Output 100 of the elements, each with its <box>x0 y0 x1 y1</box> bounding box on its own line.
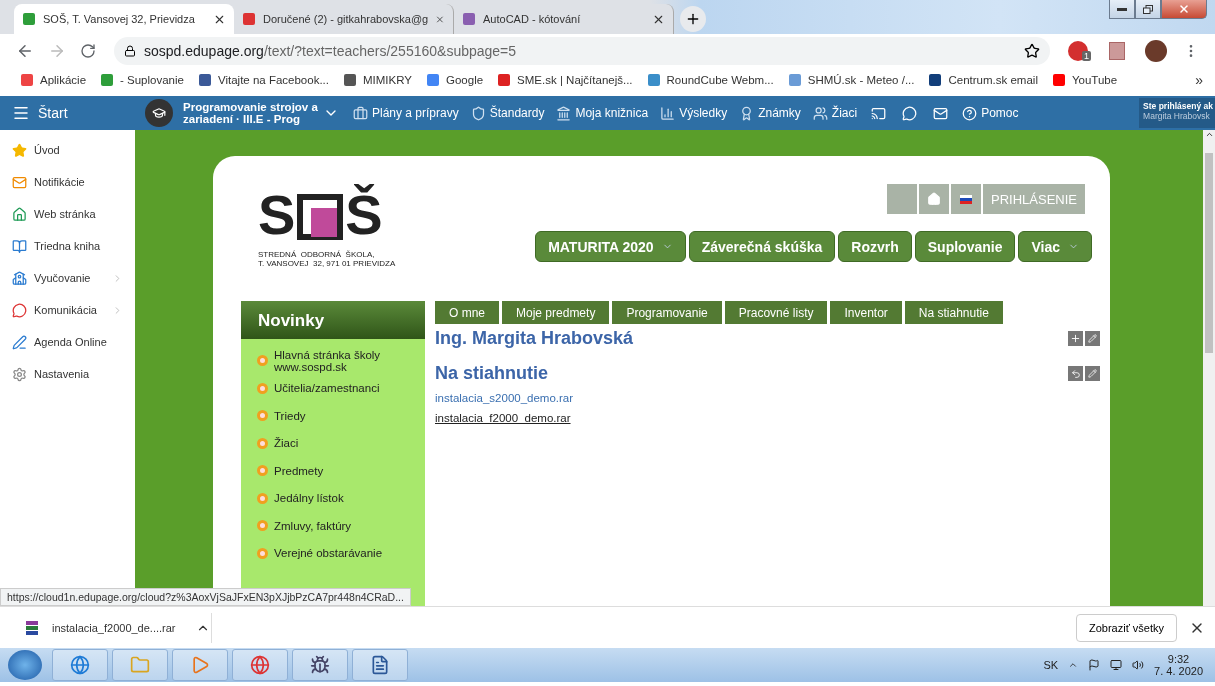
bookmark-link[interactable]: Google <box>426 73 484 87</box>
star-icon <box>12 142 27 158</box>
star-icon[interactable] <box>1024 43 1040 59</box>
bookmark-link[interactable]: YouTube <box>1051 73 1118 87</box>
sidebar-item[interactable]: Úvod <box>0 134 135 166</box>
building-icon[interactable] <box>556 105 572 121</box>
new-tab-button[interactable] <box>680 6 706 32</box>
restore-button[interactable] <box>1135 0 1161 19</box>
sidebar-item[interactable]: Agenda Online <box>0 326 135 358</box>
mail-icon[interactable] <box>933 105 949 121</box>
download-item[interactable]: instalacia_f2000_de....rar <box>52 621 176 634</box>
nav-link[interactable]: Štandardy <box>464 105 551 121</box>
start-menu-button[interactable]: Štart <box>0 104 145 122</box>
menu-icon[interactable] <box>12 104 30 122</box>
bookmark-link[interactable]: Vitajte na Facebook... <box>197 73 329 87</box>
bookmark-link[interactable]: RoundCube Webm... <box>646 73 774 87</box>
page-tab[interactable]: Na stiahnutie <box>904 301 1003 324</box>
site-icon <box>426 73 440 87</box>
sidebar-item[interactable]: Notifikácie <box>0 166 135 198</box>
play-icon[interactable] <box>190 655 210 675</box>
page-tab[interactable]: Programovanie <box>612 301 722 324</box>
news-link[interactable]: Zmluvy, faktúry <box>257 512 425 540</box>
scroll-up-icon[interactable] <box>1204 130 1214 139</box>
help-link[interactable]: Pomoc <box>956 105 1025 121</box>
flag-icon[interactable] <box>960 194 972 204</box>
taskbar-app[interactable] <box>352 649 408 681</box>
menu-button[interactable]: Viac <box>1018 231 1092 262</box>
logo-square-drawing <box>297 194 344 240</box>
minimize-button[interactable] <box>1109 0 1135 19</box>
nav-link[interactable]: Známky <box>733 105 807 121</box>
news-link[interactable]: Hlavná stránka školy www.sospd.sk <box>257 347 425 375</box>
file-link[interactable]: instalacia_f2000_demo.rar <box>435 412 1100 424</box>
news-link[interactable]: Triedy <box>257 402 425 430</box>
profile-avatar[interactable] <box>1145 40 1167 62</box>
menu-button[interactable]: Suplovanie <box>914 231 1016 262</box>
bullet-icon <box>257 437 268 449</box>
taskbar-app[interactable] <box>52 649 108 681</box>
start-button[interactable] <box>8 650 42 680</box>
document-icon[interactable] <box>370 655 390 675</box>
bookmark-link[interactable]: SHMÚ.sk - Meteo /... <box>787 73 915 87</box>
bookmark-link[interactable]: Centrum.sk email <box>928 73 1038 87</box>
logo-letter: S <box>258 182 296 248</box>
board-icon[interactable] <box>871 105 887 121</box>
user-panel[interactable]: Ste prihlásený ak Margita Hrabovsk <box>1139 98 1215 128</box>
nav-link[interactable]: Plány a prípravy <box>347 105 465 121</box>
news-link[interactable]: Žiaci <box>257 429 425 457</box>
sidebar-item[interactable]: Vyučovanie <box>0 262 135 294</box>
menu-button[interactable]: Záverečná skúška <box>688 231 836 262</box>
volume-icon[interactable] <box>1132 659 1145 671</box>
nav-link[interactable]: Žiaci <box>806 105 864 121</box>
language-indicator[interactable]: SK <box>1043 659 1059 671</box>
help-icon[interactable] <box>962 105 978 121</box>
plus-icon[interactable] <box>685 11 701 27</box>
bookmark-link[interactable]: MIMIKRY <box>343 73 412 87</box>
page-tab[interactable]: Moje predmety <box>502 301 610 324</box>
bookmark-link[interactable]: - Suplovanie <box>100 73 184 87</box>
news-link[interactable]: Verejné obstarávanie <box>257 539 425 567</box>
nav-link[interactable]: Výsledky <box>654 105 734 121</box>
language-button[interactable] <box>951 184 981 214</box>
minimize-icon[interactable] <box>1117 7 1127 11</box>
menu-button[interactable]: MATURITA 2020 <box>535 231 686 262</box>
taskbar-app[interactable] <box>292 649 348 681</box>
file-link[interactable]: instalacia_s2000_demo.rar <box>435 392 1100 404</box>
flag-icon[interactable] <box>1088 659 1101 671</box>
bookmark-link[interactable]: Aplikácie <box>20 73 87 87</box>
show-all-button[interactable]: Zobraziť všetky <box>1075 613 1177 642</box>
address-bar[interactable]: sospd.edupage.org/text/?text=teachers/255160&subpage=5 <box>114 37 1050 65</box>
bar-chart-icon[interactable] <box>660 105 676 121</box>
restore-icon[interactable] <box>1143 4 1153 14</box>
spider-icon[interactable] <box>310 655 330 675</box>
sidebar-item[interactable]: Triedna kniha <box>0 230 135 262</box>
site-icon <box>787 73 802 87</box>
browser-tab[interactable]: SOŠ, T. Vansovej 32, Prievidza <box>14 4 234 34</box>
sidebar-item[interactable]: Nastavenia <box>0 358 135 390</box>
nav-link[interactable]: Moja knižnica <box>550 105 655 121</box>
taskbar-app[interactable] <box>232 649 288 681</box>
news-link[interactable]: Jedálny lístok <box>257 484 425 512</box>
chat-icon[interactable] <box>902 105 918 121</box>
page-tab[interactable]: Inventor <box>830 301 902 324</box>
network-icon[interactable] <box>1110 659 1123 671</box>
globe-icon[interactable] <box>70 655 90 675</box>
scrollbar[interactable] <box>1203 130 1215 606</box>
page-tab[interactable]: O mne <box>435 301 499 324</box>
sidebar-item[interactable]: Web stránka <box>0 198 135 230</box>
sidebar-item[interactable]: Komunikácia <box>0 294 135 326</box>
extension-icon[interactable] <box>1068 41 1088 61</box>
briefcase-icon[interactable] <box>353 105 368 121</box>
home-icon[interactable] <box>927 192 941 206</box>
globe-icon[interactable] <box>250 655 270 675</box>
news-link[interactable]: Učitelia/zamestnanci <box>257 374 425 402</box>
shield-icon[interactable] <box>470 105 486 121</box>
bookmark-link[interactable]: SME.sk | Najčítanejš... <box>497 73 633 87</box>
people-icon[interactable] <box>812 105 828 121</box>
news-link[interactable]: Predmety <box>257 457 425 485</box>
course-selector[interactable]: Programovanie strojov a zariadení · III.E - Prog <box>183 101 323 125</box>
menu-button[interactable]: Rozvrh <box>838 231 912 262</box>
page-tab[interactable]: Pracovné listy <box>724 301 828 324</box>
bookmarks-overflow[interactable]: » <box>1195 72 1203 88</box>
site-icon <box>462 12 476 26</box>
site-icon <box>497 73 512 87</box>
